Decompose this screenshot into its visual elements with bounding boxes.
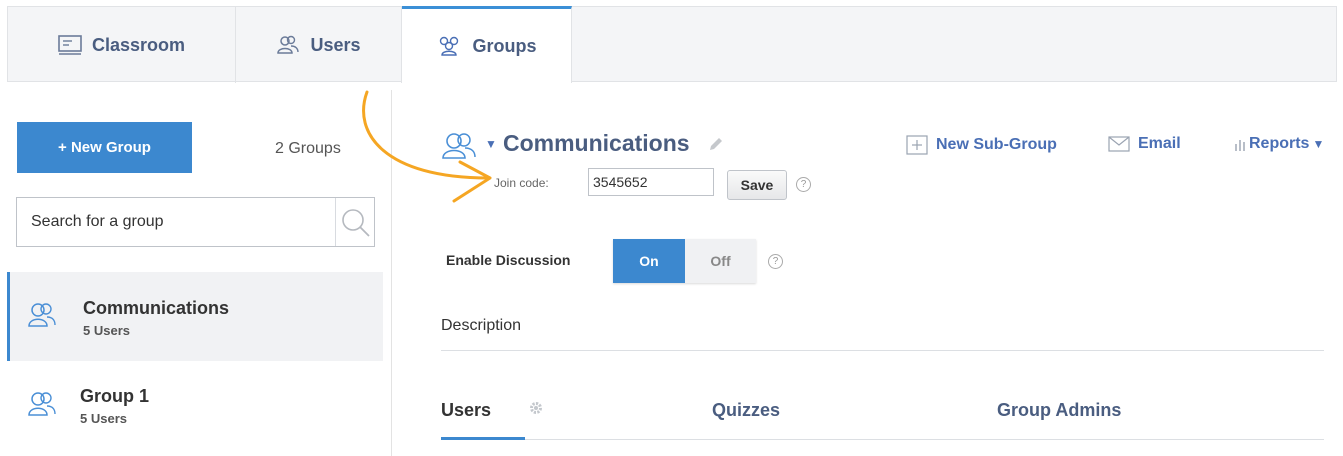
sub-tab-users[interactable]: Users [441,400,491,421]
group-list-item[interactable]: Communications 5 Users [7,272,383,361]
tab-classroom-label: Classroom [91,34,186,55]
reports-menu[interactable]: Reports ▼ [1234,135,1324,153]
group-user-count: 5 Users [80,411,127,426]
reports-caret-icon: ▼ [1312,137,1325,151]
active-tab-indicator [441,437,525,440]
join-code-input[interactable] [588,168,714,196]
email-button[interactable]: Email [1108,135,1181,153]
group-list-item[interactable]: Group 1 5 Users [7,361,383,450]
page-title: Communications [503,130,690,156]
tab-groups-label: Groups [472,35,537,56]
group-icon [28,302,56,333]
sub-tab-quizzes[interactable]: Quizzes [712,400,780,421]
pencil-icon[interactable] [708,136,724,157]
classroom-icon [58,35,82,55]
reports-label: Reports [1249,135,1310,152]
sub-tab-group-admins[interactable]: Group Admins [997,400,1121,421]
tab-classroom[interactable]: Classroom [8,7,236,83]
group-icon [442,132,476,165]
toggle-off-button[interactable]: Off [685,239,756,283]
enable-discussion-label: Enable Discussion [446,252,571,268]
top-tab-bar: Classroom Users Groups [7,6,1337,83]
caret-down-icon[interactable]: ▼ [485,137,497,151]
sidebar: + New Group 2 Groups Communications 5 Us… [7,90,392,456]
help-icon[interactable]: ? [796,177,811,192]
group-icon [28,391,56,422]
new-subgroup-icon [906,135,928,155]
search-icon[interactable] [341,208,371,243]
help-icon[interactable]: ? [768,254,783,269]
users-icon [276,35,300,55]
group-detail-panel: ▼ Communications New Sub-Group Email Rep… [392,90,1343,456]
search-box [16,197,375,247]
groups-icon [436,36,462,56]
sub-tab-divider [441,439,1324,440]
group-name: Group 1 [80,386,150,406]
search-divider [335,198,336,246]
email-label: Email [1138,135,1181,152]
divider [441,350,1324,351]
gear-icon[interactable] [529,401,543,420]
discussion-toggle: On Off [613,239,756,283]
group-name: Communications [83,298,230,318]
reports-icon [1234,137,1246,151]
tab-groups[interactable]: Groups [402,6,572,83]
group-count: 2 Groups [275,140,341,157]
new-subgroup-label: New Sub-Group [936,136,1057,153]
description-label[interactable]: Description [441,317,521,335]
new-group-button[interactable]: + New Group [17,122,192,173]
tab-users-label: Users [310,34,361,55]
join-code-label: Join code: [494,176,549,190]
toggle-on-button[interactable]: On [613,239,685,283]
search-input[interactable] [17,198,335,246]
email-icon [1108,136,1130,152]
group-user-count: 5 Users [83,323,130,338]
tab-users[interactable]: Users [236,7,402,83]
new-subgroup-button[interactable]: New Sub-Group [906,135,1057,155]
save-button[interactable]: Save [727,170,787,200]
